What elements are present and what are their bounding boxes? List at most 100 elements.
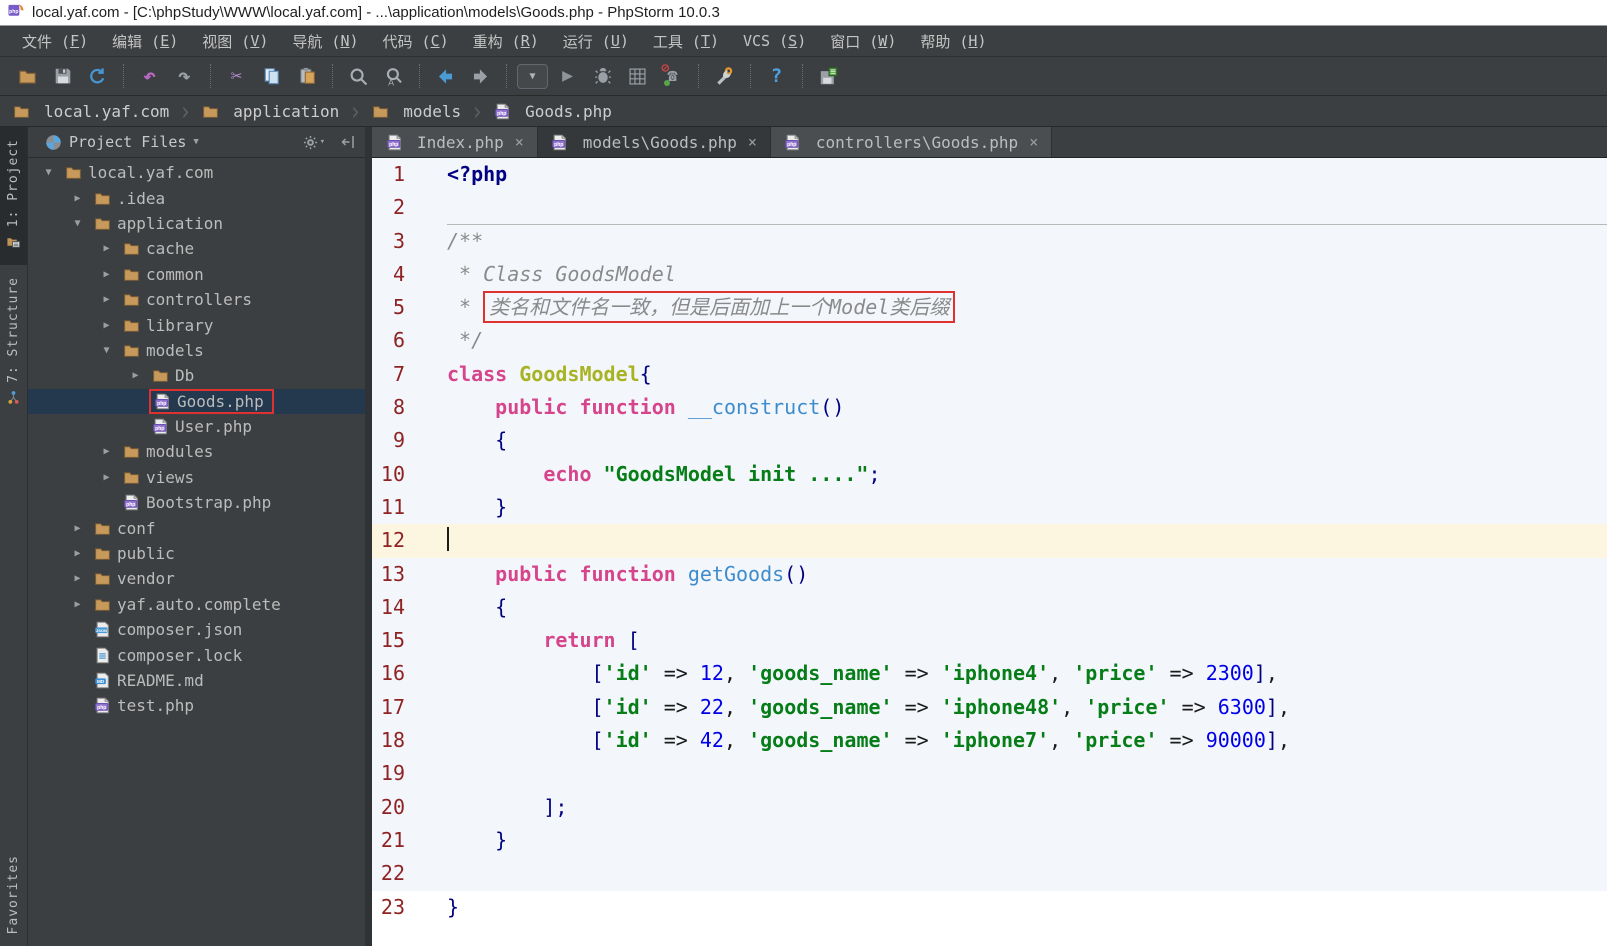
tool-window-button-favorites[interactable]: Favorites (0, 843, 27, 946)
save-all-button[interactable] (47, 61, 78, 91)
replace-button[interactable]: A (378, 61, 409, 91)
chevron-down-icon[interactable]: ▼ (193, 137, 198, 147)
redo-button[interactable]: ↷ (169, 61, 200, 91)
chevron-collapsed-icon[interactable]: ▶ (69, 599, 86, 610)
gear-icon[interactable]: ▾ (303, 135, 325, 150)
tool-window-button-1-project[interactable]: 1: Project (0, 127, 27, 266)
tree-item-models[interactable]: ▼ models (28, 338, 365, 363)
tab-controllers-goods-php[interactable]: php controllers\Goods.php × (770, 127, 1053, 157)
tool-window-button-7-structure[interactable]: 7: Structure (0, 265, 27, 421)
mute-breakpoints-button[interactable]: ☎ ⊘ (657, 61, 688, 91)
chevron-collapsed-icon[interactable]: ▶ (127, 370, 144, 381)
code-line-23[interactable]: 23} (372, 891, 1607, 924)
tree-item-local-yaf-com[interactable]: ▼ local.yaf.com (28, 160, 365, 185)
tree-item-common[interactable]: ▶ common (28, 262, 365, 287)
chevron-collapsed-icon[interactable]: ▶ (69, 548, 86, 559)
chevron-collapsed-icon[interactable]: ▶ (98, 446, 115, 457)
tab-models-goods-php[interactable]: php models\Goods.php × (537, 127, 771, 157)
menu-item-u[interactable]: 运行 (U) (551, 26, 641, 56)
menu-item-v[interactable]: 视图 (V) (190, 26, 280, 56)
views-pie-icon[interactable] (45, 134, 62, 151)
tree-item-readme-md[interactable]: MD README.md (28, 668, 365, 693)
breadcrumb-item-application[interactable]: application (201, 102, 339, 121)
hide-panel-icon[interactable] (340, 134, 356, 150)
paste-button[interactable] (291, 61, 322, 91)
code-line-11[interactable]: 11 } (372, 490, 1607, 525)
menu-item-h[interactable]: 帮助 (H) (908, 26, 998, 56)
chevron-collapsed-icon[interactable]: ▶ (98, 269, 115, 280)
menu-item-n[interactable]: 导航 (N) (280, 26, 370, 56)
close-icon[interactable]: × (515, 133, 524, 151)
debug-button[interactable] (587, 61, 618, 91)
menu-item-c[interactable]: 代码 (C) (371, 26, 461, 56)
code-line-9[interactable]: 9 { (372, 424, 1607, 458)
code-line-19[interactable]: 19 (372, 757, 1607, 791)
run-button[interactable]: ▶ (552, 61, 583, 91)
tree-item-vendor[interactable]: ▶ vendor (28, 566, 365, 591)
save-and-sync-button[interactable] (813, 61, 844, 91)
code-line-3[interactable]: 3 /** (372, 224, 1607, 258)
tree-item-yaf-auto-complete[interactable]: ▶ yaf.auto.complete (28, 592, 365, 617)
close-icon[interactable]: × (1029, 133, 1038, 151)
chevron-collapsed-icon[interactable]: ▶ (69, 573, 86, 584)
code-line-8[interactable]: 8 public function __construct() (372, 391, 1607, 425)
breadcrumb-item-models[interactable]: models (371, 102, 461, 121)
code-line-2[interactable]: 2 (372, 191, 1607, 225)
tree-item-user-php[interactable]: php User.php (28, 414, 365, 439)
find-button[interactable] (343, 61, 374, 91)
tree-item-views[interactable]: ▶ views (28, 465, 365, 490)
code-line-5[interactable]: 5 * 类名和文件名一致，但是后面加上一个Model类后缀 (372, 291, 1607, 325)
tab-index-php[interactable]: php Index.php × (372, 127, 538, 157)
settings-button[interactable] (709, 61, 740, 91)
code-line-18[interactable]: 18 ['id' => 42, 'goods_name' => 'iphone7… (372, 724, 1607, 758)
project-panel-title[interactable]: Project Files (69, 133, 186, 151)
code-line-6[interactable]: 6 */ (372, 324, 1607, 358)
cut-button[interactable]: ✂ (221, 61, 252, 91)
open-folder-button[interactable] (12, 61, 43, 91)
code-line-16[interactable]: 16 ['id' => 12, 'goods_name' => 'iphone4… (372, 657, 1607, 691)
menu-item-t[interactable]: 工具 (T) (641, 26, 731, 56)
code-line-22[interactable]: 22 (372, 857, 1607, 891)
tree-item-controllers[interactable]: ▶ controllers (28, 287, 365, 312)
code-line-14[interactable]: 14 { (372, 590, 1607, 625)
coverage-button[interactable] (622, 61, 653, 91)
menu-item-e[interactable]: 编辑 (E) (100, 26, 190, 56)
chevron-expanded-icon[interactable]: ▼ (69, 218, 86, 229)
tree-item-bootstrap-php[interactable]: php Bootstrap.php (28, 490, 365, 515)
code-line-10[interactable]: 10 echo "GoodsModel init ...."; (372, 457, 1607, 491)
tree-item-cache[interactable]: ▶ cache (28, 236, 365, 261)
code-line-4[interactable]: 4 * Class GoodsModel (372, 257, 1607, 292)
chevron-collapsed-icon[interactable]: ▶ (69, 523, 86, 534)
tree-item-application[interactable]: ▼ application (28, 211, 365, 236)
forward-button[interactable] (465, 61, 496, 91)
code-line-20[interactable]: 20 ]; (372, 790, 1607, 824)
chevron-collapsed-icon[interactable]: ▶ (98, 472, 115, 483)
tree-item-goods-php[interactable]: php Goods.php (28, 388, 365, 414)
close-icon[interactable]: × (748, 133, 757, 151)
code-editor[interactable]: 1 <?php 2 3/** 4 * Class GoodsModel 5 * 类名和文件… (372, 158, 1607, 946)
synchronize-button[interactable] (82, 61, 113, 91)
menu-item-w[interactable]: 窗口 (W) (818, 26, 908, 56)
code-line-1[interactable]: 1 <?php (372, 158, 1607, 192)
code-line-15[interactable]: 15 return [ (372, 624, 1607, 658)
code-line-17[interactable]: 17 ['id' => 22, 'goods_name' => 'iphone4… (372, 690, 1607, 725)
run-config-dropdown-button[interactable]: ▼ (517, 61, 548, 91)
code-line-7[interactable]: 7 class GoodsModel{ (372, 357, 1607, 392)
help-button[interactable]: ? (761, 61, 792, 91)
copy-button[interactable] (256, 61, 287, 91)
breadcrumb-item-local-yaf-com[interactable]: local.yaf.com (12, 102, 169, 121)
code-line-21[interactable]: 21 } (372, 823, 1607, 858)
chevron-collapsed-icon[interactable]: ▶ (98, 243, 115, 254)
chevron-collapsed-icon[interactable]: ▶ (98, 320, 115, 331)
tree-item-library[interactable]: ▶ library (28, 312, 365, 337)
undo-button[interactable]: ↶ (134, 61, 165, 91)
back-button[interactable] (430, 61, 461, 91)
tree-item-db[interactable]: ▶ Db (28, 363, 365, 388)
breadcrumb-item-goods-php[interactable]: php Goods.php (493, 102, 612, 121)
menu-item-f[interactable]: 文件 (F) (10, 26, 100, 56)
code-line-12[interactable]: 12 (372, 524, 1607, 558)
tree-item--idea[interactable]: ▶ .idea (28, 185, 365, 210)
tree-item-conf[interactable]: ▶ conf (28, 515, 365, 540)
code-line-13[interactable]: 13 public function getGoods() (372, 557, 1607, 591)
chevron-collapsed-icon[interactable]: ▶ (98, 294, 115, 305)
